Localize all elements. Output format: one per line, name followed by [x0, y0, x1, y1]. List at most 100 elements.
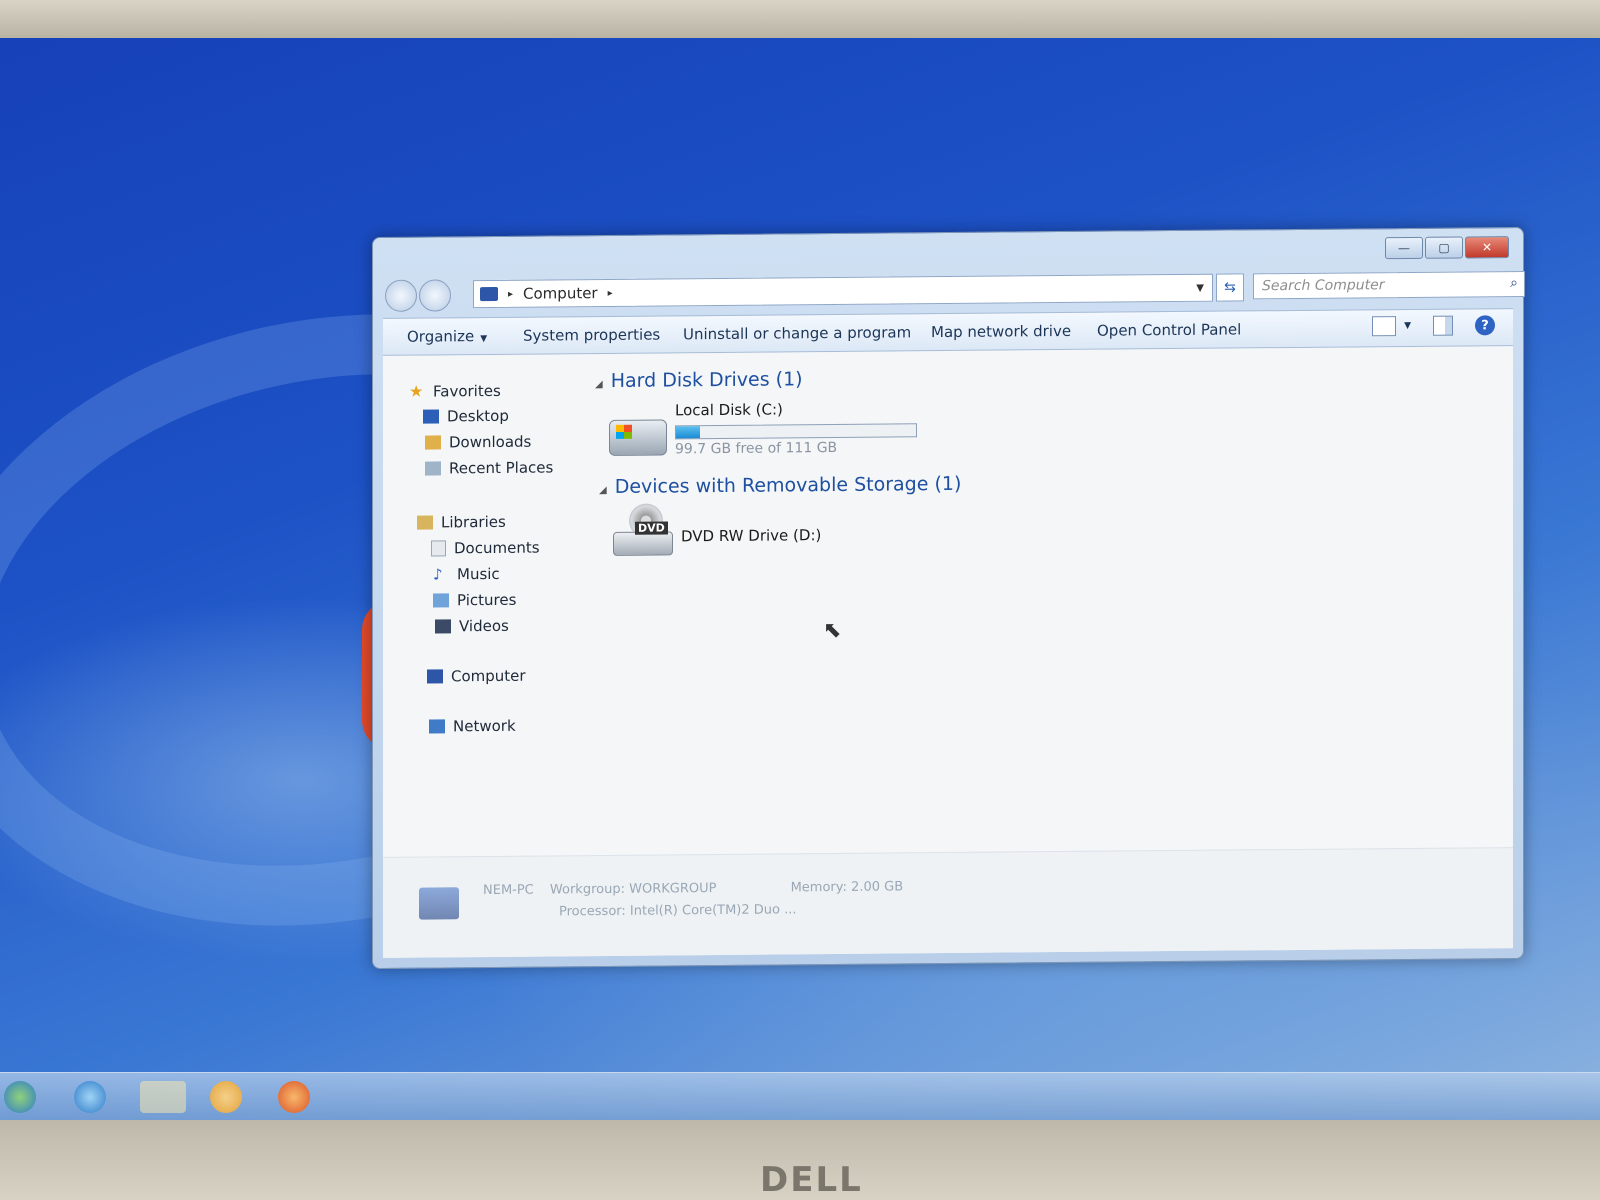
dvd-rw-drive-d[interactable]: DVD DVD RW Drive (D:) — [613, 502, 853, 564]
memory-value: 2.00 GB — [851, 879, 904, 895]
windows-logo-icon — [616, 424, 632, 439]
nav-favorites[interactable]: ★ Favorites — [409, 381, 501, 401]
nav-music[interactable]: ♪ Music — [433, 565, 500, 584]
drive-name: DVD RW Drive (D:) — [681, 526, 822, 546]
nav-label: Favorites — [433, 381, 501, 400]
desktop-background: — ▢ ✕ ▸ Computer ▸ ▼ ⇆ Search Computer ⌕… — [0, 20, 1600, 1120]
navigation-row: ▸ Computer ▸ ▼ ⇆ Search Computer ⌕ — [383, 268, 1525, 312]
address-dropdown-icon[interactable]: ▼ — [1196, 282, 1204, 293]
pictures-icon — [433, 593, 449, 608]
processor-value: Intel(R) Core(TM)2 Duo ... — [629, 902, 797, 919]
chevron-down-icon: ▼ — [480, 334, 488, 345]
details-pane: NEM-PC Workgroup: WORKGROUP Memory: 2.00… — [383, 847, 1513, 958]
change-view-button[interactable]: ▼ — [1372, 316, 1411, 337]
drive-free-space: 99.7 GB free of 111 GB — [675, 439, 838, 458]
nav-desktop[interactable]: Desktop — [423, 407, 509, 426]
desktop-icon — [423, 409, 439, 424]
nav-downloads[interactable]: Downloads — [425, 433, 531, 452]
window-controls: — ▢ ✕ — [1385, 236, 1509, 260]
open-control-panel-button[interactable]: Open Control Panel — [1097, 320, 1241, 339]
processor-label: Processor: — [559, 903, 626, 920]
search-icon[interactable]: ⌕ — [1510, 275, 1518, 291]
nav-label: Pictures — [457, 590, 517, 610]
nav-recent-places[interactable]: Recent Places — [425, 458, 553, 477]
search-input[interactable]: Search Computer ⌕ — [1253, 270, 1525, 300]
libraries-icon — [417, 515, 433, 530]
music-icon: ♪ — [433, 565, 443, 584]
uninstall-program-button[interactable]: Uninstall or change a program — [683, 323, 911, 343]
nav-libraries[interactable]: Libraries — [417, 513, 506, 532]
firefox-icon[interactable] — [278, 1081, 310, 1113]
minimize-button[interactable]: — — [1385, 236, 1423, 260]
videos-icon — [435, 619, 451, 634]
group-header-hard-disk-drives[interactable]: ◢ Hard Disk Drives (1) — [595, 368, 803, 392]
refresh-button[interactable]: ⇆ — [1216, 273, 1244, 302]
network-icon — [429, 719, 445, 734]
nav-network[interactable]: Network — [429, 717, 516, 736]
details-line-1: NEM-PC Workgroup: WORKGROUP Memory: 2.00… — [483, 879, 903, 898]
drive-name: Local Disk (C:) — [675, 400, 783, 420]
preview-pane-button[interactable] — [1433, 315, 1453, 336]
system-properties-button[interactable]: System properties — [523, 326, 660, 345]
nav-videos[interactable]: Videos — [435, 617, 509, 636]
computer-icon — [419, 887, 459, 920]
memory-label: Memory: — [790, 879, 847, 896]
breadcrumb-separator[interactable]: ▸ — [608, 287, 613, 298]
mouse-cursor-icon: ⬉ — [823, 617, 842, 644]
forward-button[interactable] — [419, 279, 451, 312]
search-placeholder: Search Computer — [1262, 277, 1385, 295]
organize-button[interactable]: Organize ▼ — [407, 327, 487, 346]
views-icon — [1372, 316, 1397, 337]
back-button[interactable] — [385, 279, 417, 312]
address-bar[interactable]: ▸ Computer ▸ ▼ — [473, 273, 1213, 309]
content-pane: ◢ Hard Disk Drives (1) Local Disk (C:) 99… — [589, 346, 1513, 856]
nav-label: Videos — [459, 616, 509, 636]
internet-explorer-icon[interactable] — [74, 1081, 106, 1113]
dvd-drive-icon: DVD — [613, 503, 673, 558]
explorer-body: ★ Favorites Desktop Downloads Recent Pla… — [383, 346, 1513, 958]
nav-computer[interactable]: Computer — [427, 667, 526, 686]
documents-icon — [431, 540, 446, 557]
workgroup-label: Workgroup: — [549, 881, 625, 898]
group-header-label: Devices with Removable Storage (1) — [614, 472, 962, 498]
explorer-window: — ▢ ✕ ▸ Computer ▸ ▼ ⇆ Search Computer ⌕… — [372, 226, 1525, 970]
group-header-removable-storage[interactable]: ◢ Devices with Removable Storage (1) — [599, 473, 961, 498]
chevron-down-icon: ▼ — [1404, 320, 1411, 332]
drive-tray-icon — [613, 531, 673, 556]
maximize-button[interactable]: ▢ — [1425, 236, 1463, 259]
nav-documents[interactable]: Documents — [431, 539, 540, 558]
taskbar — [0, 1072, 1600, 1120]
local-disk-c[interactable]: Local Disk (C:) 99.7 GB free of 111 GB — [609, 395, 929, 458]
disk-usage-bar — [675, 423, 917, 440]
nav-label: Music — [457, 564, 500, 584]
collapse-icon: ◢ — [599, 484, 607, 497]
hard-disk-icon — [609, 419, 667, 456]
command-bar-icons: ▼ ? — [1372, 315, 1495, 337]
collapse-icon: ◢ — [595, 379, 603, 391]
downloads-icon — [425, 435, 441, 450]
nav-label: Libraries — [441, 512, 506, 532]
computer-icon — [480, 286, 498, 302]
nav-label: Computer — [451, 666, 526, 686]
help-icon[interactable]: ? — [1475, 315, 1495, 336]
details-line-2: Processor: Intel(R) Core(TM)2 Duo ... — [559, 902, 797, 919]
computer-name: NEM-PC — [483, 882, 534, 899]
close-button[interactable]: ✕ — [1465, 236, 1509, 259]
group-header-label: Hard Disk Drives (1) — [610, 368, 803, 392]
nav-label: Documents — [454, 538, 540, 558]
recent-places-icon — [425, 461, 441, 476]
dvd-label: DVD — [635, 521, 668, 535]
explorer-taskbar-icon[interactable] — [140, 1081, 186, 1113]
start-button[interactable] — [4, 1081, 36, 1113]
breadcrumb-computer[interactable]: Computer — [523, 284, 598, 303]
map-network-drive-button[interactable]: Map network drive — [931, 322, 1071, 341]
organize-label: Organize — [407, 327, 475, 346]
star-icon: ★ — [409, 381, 424, 401]
workgroup-value: WORKGROUP — [629, 881, 717, 897]
media-player-icon[interactable] — [210, 1081, 242, 1113]
nav-pictures[interactable]: Pictures — [433, 591, 516, 610]
breadcrumb-separator[interactable]: ▸ — [508, 288, 513, 299]
nav-label: Downloads — [449, 432, 532, 452]
computer-icon — [427, 669, 443, 684]
nav-label: Network — [453, 716, 516, 736]
